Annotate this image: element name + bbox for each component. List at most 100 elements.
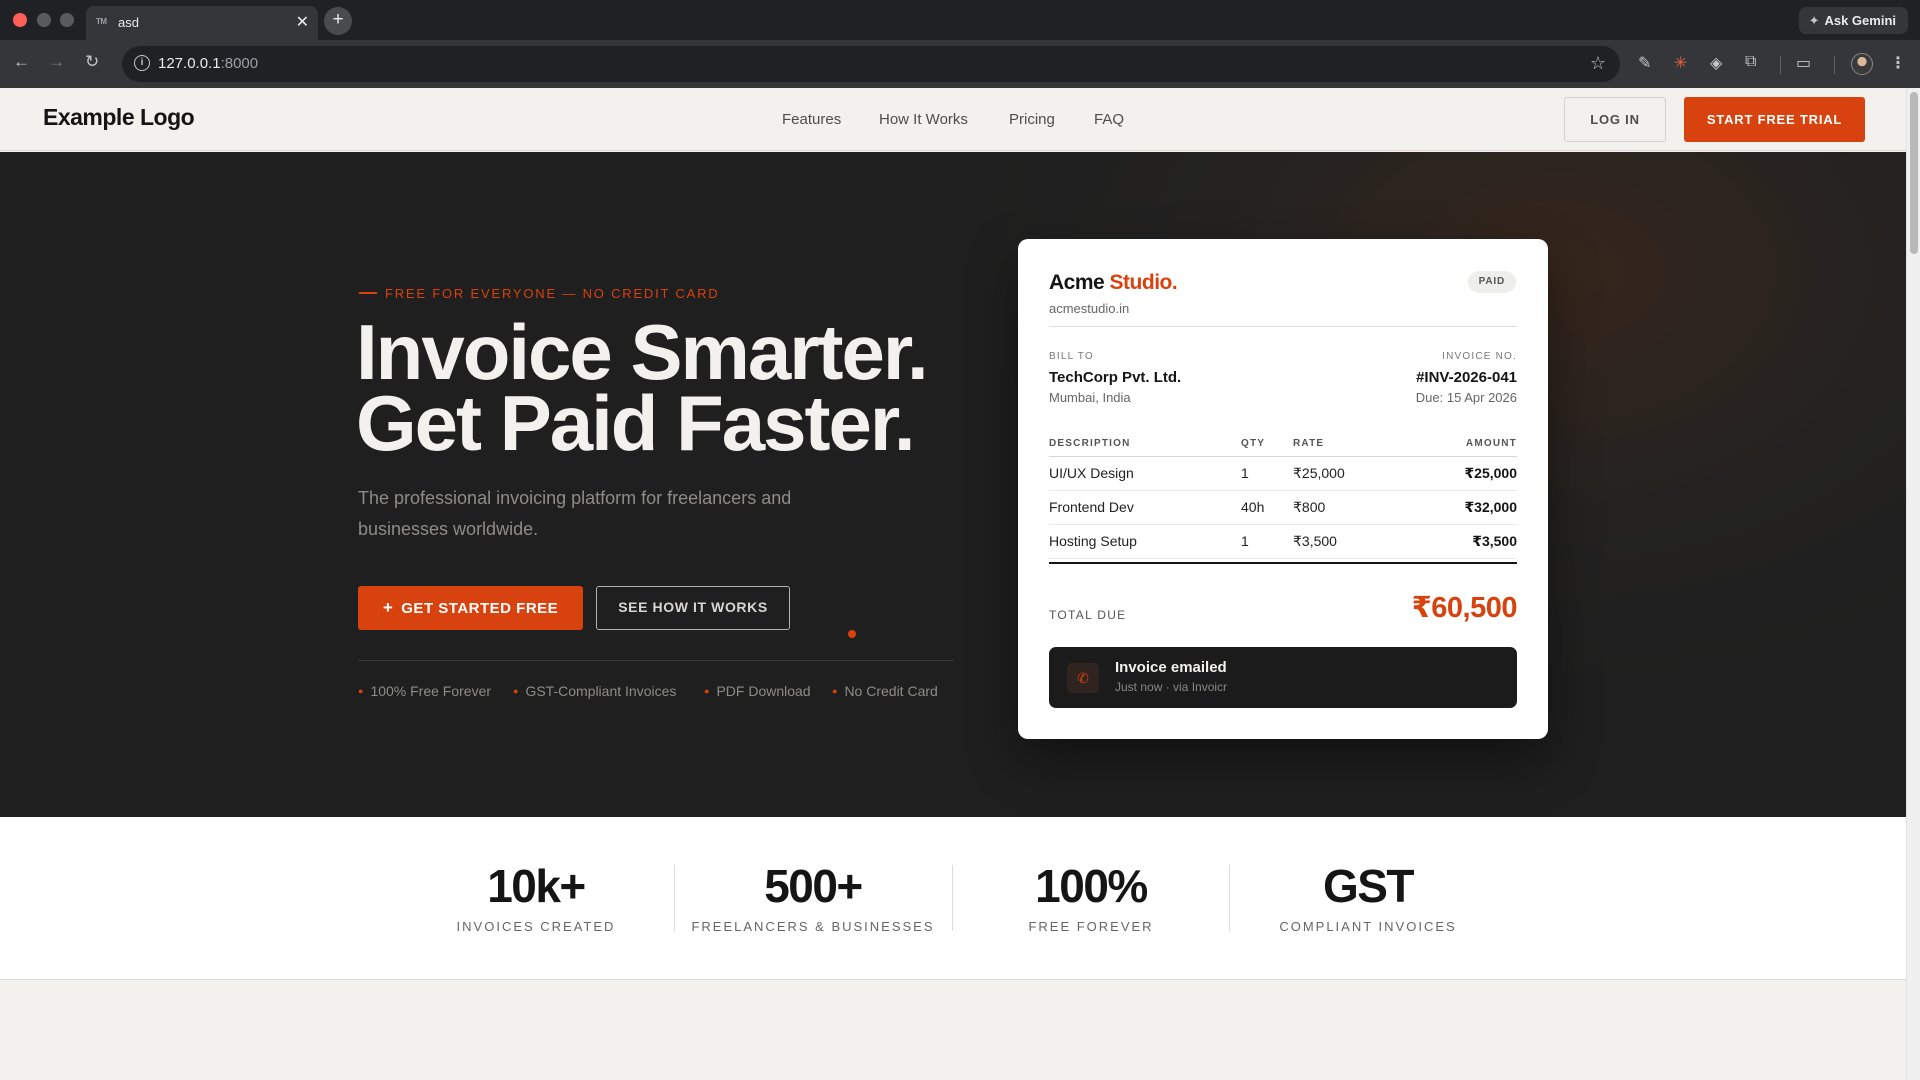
plus-icon: + [382, 598, 394, 617]
bullet-icon: ● [704, 686, 710, 696]
invoice-number: #INV-2026-041 [1416, 369, 1517, 386]
invoice-emailed-toast: ✆ Invoice emailed Just now · via Invoicr [1049, 647, 1517, 708]
cell-qty: 40h [1241, 499, 1265, 515]
cell-amount: ₹3,500 [1472, 533, 1517, 549]
col-header-qty: QTY [1241, 438, 1266, 449]
feature-item: ● GST-Compliant Invoices [513, 683, 677, 699]
decorative-dot [848, 630, 856, 638]
toast-subtitle: Just now · via Invoicr [1115, 680, 1228, 694]
toolbar-divider [1780, 56, 1781, 74]
phone-icon: ✆ [1067, 663, 1099, 693]
bill-to-label: BILL TO [1049, 351, 1094, 362]
hero-headline-line1: Invoice Smarter. [356, 308, 929, 396]
ask-gemini-label: Ask Gemini [1824, 13, 1896, 28]
profile-avatar[interactable] [1851, 53, 1873, 75]
extension-burst-icon[interactable]: ✳ [1674, 53, 1687, 73]
col-header-rate: RATE [1293, 438, 1325, 449]
cell-rate: ₹3,500 [1293, 533, 1337, 549]
cell-amount: ₹25,000 [1464, 465, 1517, 481]
scrollbar-thumb[interactable] [1910, 92, 1918, 254]
tab-favicon-icon: TM [96, 17, 107, 26]
address-bar[interactable]: i 127.0.0.1:8000 ☆ [122, 46, 1620, 82]
next-section [0, 981, 1906, 1080]
stats-section: 10k+ INVOICES CREATED 500+ FREELANCERS &… [0, 817, 1906, 980]
browser-toolbar: ← → ↻ i 127.0.0.1:8000 ☆ ✎ ✳ ◈ ⧉ ▭ ⋮ [0, 40, 1920, 88]
stat-item: GST COMPLIANT INVOICES [1229, 863, 1507, 934]
site-info-icon[interactable]: i [134, 55, 150, 71]
gemini-spark-icon: ✦ [1808, 13, 1820, 28]
bullet-icon: ● [513, 686, 519, 696]
tab-search-icon[interactable]: ▭ [1796, 53, 1811, 73]
total-due-label: TOTAL DUE [1049, 608, 1127, 622]
invoice-company-name: Acme Studio. [1049, 271, 1178, 294]
hero-headline-line2: Get Paid Faster. [356, 379, 916, 467]
stat-value: 100% [1035, 860, 1148, 912]
feature-item: ● PDF Download [704, 683, 811, 699]
nav-link-faq[interactable]: FAQ [1094, 111, 1124, 128]
total-due-amount: ₹60,500 [1411, 592, 1518, 624]
start-free-trial-button[interactable]: START FREE TRIAL [1684, 97, 1865, 142]
toolbar-divider [1834, 56, 1835, 74]
col-header-description: DESCRIPTION [1049, 438, 1131, 449]
invoice-due-date: Due: 15 Apr 2026 [1415, 390, 1517, 405]
reload-icon[interactable]: ↻ [85, 52, 99, 72]
get-started-free-button[interactable]: + GET STARTED FREE [358, 586, 583, 630]
nav-link-features[interactable]: Features [782, 111, 841, 128]
login-button[interactable]: LOG IN [1564, 97, 1666, 142]
bill-to-city: Mumbai, India [1049, 390, 1131, 405]
stat-value: 500+ [764, 860, 863, 912]
toast-title: Invoice emailed [1115, 659, 1227, 676]
total-divider [1049, 562, 1517, 564]
see-how-it-works-button[interactable]: SEE HOW IT WORKS [596, 586, 790, 630]
browser-tab-bar: TM asd ✕ + ✦ Ask Gemini [0, 0, 1920, 40]
cell-description: Hosting Setup [1049, 533, 1137, 549]
nav-link-how-it-works[interactable]: How It Works [879, 111, 968, 128]
site-logo[interactable]: Example Logo [43, 104, 195, 131]
table-row: UI/UX Design 1 ₹25,000 ₹25,000 [1049, 457, 1517, 491]
page-scrollbar[interactable] [1906, 88, 1920, 1080]
close-window-button[interactable] [13, 13, 27, 27]
maximize-window-button[interactable] [60, 13, 74, 27]
hero-section: FREE FOR EVERYONE — NO CREDIT CARD Invoi… [0, 152, 1906, 817]
invoice-no-label: INVOICE NO. [1442, 351, 1517, 362]
forward-arrow-icon[interactable]: → [48, 52, 65, 72]
stat-value: 10k+ [487, 860, 586, 912]
feature-item: ● 100% Free Forever [358, 683, 492, 699]
feature-item: ● No Credit Card [832, 683, 938, 699]
invoice-preview-card: Acme Studio. acmestudio.in PAID BILL TO … [1018, 239, 1548, 739]
address-url[interactable]: 127.0.0.1:8000 [158, 55, 258, 72]
stat-value: GST [1322, 860, 1415, 912]
nav-link-pricing[interactable]: Pricing [1009, 111, 1055, 128]
site-header: Example Logo Features How It Works Prici… [0, 88, 1906, 151]
eyedropper-icon[interactable]: ✎ [1638, 53, 1651, 73]
cell-amount: ₹32,000 [1464, 499, 1517, 515]
stat-item: 500+ FREELANCERS & BUSINESSES [674, 863, 952, 934]
bill-to-name: TechCorp Pvt. Ltd. [1049, 369, 1182, 386]
tab-title: asd [118, 15, 139, 30]
hero-divider [358, 660, 954, 661]
cell-description: UI/UX Design [1049, 465, 1134, 481]
invoice-company-domain: acmestudio.in [1049, 301, 1130, 316]
extensions-puzzle-icon[interactable]: ⧉ [1745, 53, 1756, 71]
card-divider [1049, 326, 1517, 327]
stat-label: COMPLIANT INVOICES [1279, 919, 1457, 934]
tag-icon[interactable]: ◈ [1710, 53, 1722, 73]
bullet-icon: ● [832, 686, 838, 696]
col-header-amount: AMOUNT [1465, 438, 1517, 449]
cell-qty: 1 [1241, 533, 1249, 549]
bookmark-star-icon[interactable]: ☆ [1590, 53, 1606, 74]
tab-close-icon[interactable]: ✕ [296, 12, 309, 32]
new-tab-button[interactable]: + [324, 7, 352, 35]
cell-rate: ₹25,000 [1293, 465, 1345, 481]
cell-description: Frontend Dev [1049, 499, 1134, 515]
minimize-window-button[interactable] [37, 13, 51, 27]
ask-gemini-button[interactable]: ✦ Ask Gemini [1798, 7, 1908, 34]
browser-tab[interactable]: TM asd ✕ [86, 6, 318, 40]
back-arrow-icon[interactable]: ← [13, 52, 30, 72]
menu-kebab-icon[interactable]: ⋮ [1890, 53, 1906, 73]
eyebrow-dash [359, 292, 377, 295]
table-row: Frontend Dev 40h ₹800 ₹32,000 [1049, 491, 1517, 525]
cell-rate: ₹800 [1293, 499, 1326, 515]
cell-qty: 1 [1241, 465, 1249, 481]
hero-eyebrow: FREE FOR EVERYONE — NO CREDIT CARD [359, 286, 719, 301]
